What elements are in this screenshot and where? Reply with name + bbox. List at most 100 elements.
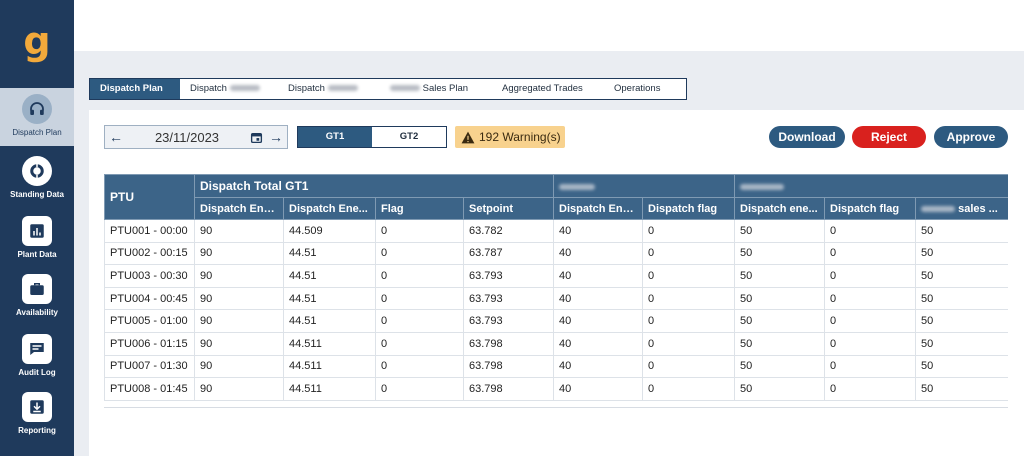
tab-dispatch-redacted-2[interactable]: Dispatch xyxy=(278,79,380,99)
table-row[interactable]: PTU002 - 00:15 90 44.51 0 63.787 40 0 50 0 50 xyxy=(104,241,1008,266)
chat-bubble-icon xyxy=(22,334,52,364)
table-cell: 0 xyxy=(642,331,736,356)
table-cell: 50 xyxy=(734,241,826,266)
table-cell: 0 xyxy=(642,264,736,288)
table-row[interactable]: PTU008 - 01:45 90 44.511 0 63.798 40 0 50 0 50 xyxy=(104,377,1008,401)
table-cell: 40 xyxy=(553,331,644,356)
table-cell: PTU007 - 01:30 xyxy=(104,354,195,379)
table-cell: PTU004 - 00:45 xyxy=(104,286,195,311)
sidebar-item-audit-log[interactable]: Audit Log xyxy=(0,328,74,386)
table-cell: 90 xyxy=(194,264,284,288)
table-cell: 63.793 xyxy=(462,264,555,288)
table-row[interactable]: PTU004 - 00:45 90 44.51 0 63.793 40 0 50 0 50 xyxy=(104,286,1008,311)
table-row[interactable]: PTU007 - 01:30 90 44.511 0 63.798 40 0 50 0 50 xyxy=(104,354,1008,379)
column-header-label: Setpoint xyxy=(469,202,513,215)
column-header[interactable]: Flag xyxy=(375,197,464,220)
sidebar-item-plant-data[interactable]: Plant Data xyxy=(0,210,74,268)
sidebar-item-label: Reporting xyxy=(18,426,56,435)
column-header-row: Dispatch Ene... Dispatch Ene... Flag Setpoi… xyxy=(105,197,1008,220)
tab-aggregated-trades[interactable]: Aggregated Trades xyxy=(492,79,604,99)
table-cell: 0 xyxy=(824,264,917,288)
sidebar-item-label: Standing Data xyxy=(10,190,64,199)
download-button[interactable]: Download xyxy=(769,126,845,148)
column-header[interactable]: Setpoint xyxy=(462,197,555,220)
table-cell: 44.51 xyxy=(283,286,376,311)
table-row[interactable]: PTU003 - 00:30 90 44.51 0 63.793 40 0 50 0 50 xyxy=(104,264,1008,288)
table-cell: PTU008 - 01:45 xyxy=(104,377,195,401)
gt2-toggle[interactable]: GT2 xyxy=(372,127,446,147)
table-cell: 90 xyxy=(194,219,284,243)
dispatch-total-header: Dispatch Total GT1 xyxy=(193,174,555,198)
table-cell: 0 xyxy=(375,264,464,288)
sidebar-item-dispatch-plan[interactable]: Dispatch Plan xyxy=(0,88,74,146)
sidebar-item-reporting[interactable]: Reporting xyxy=(0,386,74,444)
table-cell: 0 xyxy=(824,354,917,379)
gt1-toggle[interactable]: GT1 xyxy=(298,127,372,147)
column-header[interactable]: Dispatch flag xyxy=(824,197,917,220)
table-cell: 50 xyxy=(915,264,1008,288)
warning-badge[interactable]: 192 Warning(s) xyxy=(455,126,565,148)
tab-label: Operations xyxy=(614,83,661,94)
column-header[interactable]: Dispatch Ene... xyxy=(283,197,376,220)
column-header[interactable]: Dispatch flag xyxy=(642,197,736,220)
tab-sales-plan[interactable]: Sales Plan xyxy=(380,79,492,99)
sidebar-item-availability[interactable]: Availability xyxy=(0,268,74,326)
table-cell: 0 xyxy=(824,286,917,311)
tab-dispatch-redacted-1[interactable]: Dispatch xyxy=(180,79,278,99)
column-header-label: Dispatch Ene... xyxy=(200,202,279,215)
table-cell: 0 xyxy=(642,377,736,401)
column-header[interactable]: Dispatch Ene... xyxy=(194,197,284,220)
table-cell: 0 xyxy=(375,286,464,311)
sidebar-item-label: Audit Log xyxy=(18,368,56,377)
column-header[interactable]: Dispatch ene... xyxy=(734,197,826,220)
reject-button[interactable]: Reject xyxy=(852,126,926,148)
table-cell: 40 xyxy=(553,377,644,401)
tab-label: Dispatch xyxy=(288,83,325,94)
ring-icon xyxy=(22,156,52,186)
table-cell: 0 xyxy=(642,354,736,379)
table-cell: 50 xyxy=(734,286,826,311)
table-cell: PTU002 - 00:15 xyxy=(104,241,195,266)
table-cell: 90 xyxy=(194,309,284,333)
table-cell: PTU006 - 01:15 xyxy=(104,331,195,356)
redacted-text xyxy=(327,85,358,92)
table-cell: 50 xyxy=(915,241,1008,266)
column-header-label: sales ... xyxy=(958,202,998,215)
column-header[interactable]: sales ... xyxy=(915,197,1008,220)
table-cell: 0 xyxy=(824,241,917,266)
table-row[interactable]: PTU001 - 00:00 90 44.509 0 63.782 40 0 50 0 50 xyxy=(104,219,1008,243)
briefcase-icon xyxy=(22,274,52,304)
tab-bar: Dispatch Plan Dispatch Dispatch Sales Pl… xyxy=(89,78,687,100)
arrow-left-icon[interactable]: ← xyxy=(105,129,127,145)
app-logo[interactable]: g xyxy=(0,0,74,88)
column-header[interactable]: Dispatch Ene... xyxy=(553,197,644,220)
date-value[interactable]: 23/11/2023 xyxy=(127,130,247,145)
sidebar-item-standing-data[interactable]: Standing Data xyxy=(0,150,74,208)
table-cell: 50 xyxy=(734,219,826,243)
gt-selector: GT1 GT2 xyxy=(297,126,447,148)
arrow-right-icon[interactable]: → xyxy=(265,129,287,145)
warning-text: 192 Warning(s) xyxy=(479,130,561,144)
table-cell: 44.511 xyxy=(283,331,376,356)
table-row[interactable]: PTU006 - 01:15 90 44.511 0 63.798 40 0 50 0 50 xyxy=(104,331,1008,356)
sidebar: g Dispatch Plan Standing Data Plant Data… xyxy=(0,0,74,456)
approve-button[interactable]: Approve xyxy=(934,126,1008,148)
table-cell: 90 xyxy=(194,331,284,356)
calendar-icon[interactable] xyxy=(247,131,265,144)
table-cell: 40 xyxy=(553,264,644,288)
table-cell: 0 xyxy=(642,219,736,243)
sidebar-item-label: Availability xyxy=(16,308,58,317)
bar-chart-icon xyxy=(22,216,52,246)
ptu-header[interactable]: PTU xyxy=(104,174,195,220)
sidebar-item-label: Dispatch Plan xyxy=(12,128,62,137)
table-row[interactable]: PTU005 - 01:00 90 44.51 0 63.793 40 0 50 0 50 xyxy=(104,309,1008,333)
table-cell: 0 xyxy=(375,354,464,379)
table-cell: 0 xyxy=(642,241,736,266)
tab-dispatch-plan[interactable]: Dispatch Plan xyxy=(90,79,180,99)
tab-operations[interactable]: Operations xyxy=(604,79,684,99)
column-header-label: Dispatch Ene... xyxy=(559,202,638,215)
table-cell: PTU005 - 01:00 xyxy=(104,309,195,333)
headset-icon xyxy=(22,94,52,124)
table-cell: 50 xyxy=(734,309,826,333)
table-cell: 50 xyxy=(915,377,1008,401)
